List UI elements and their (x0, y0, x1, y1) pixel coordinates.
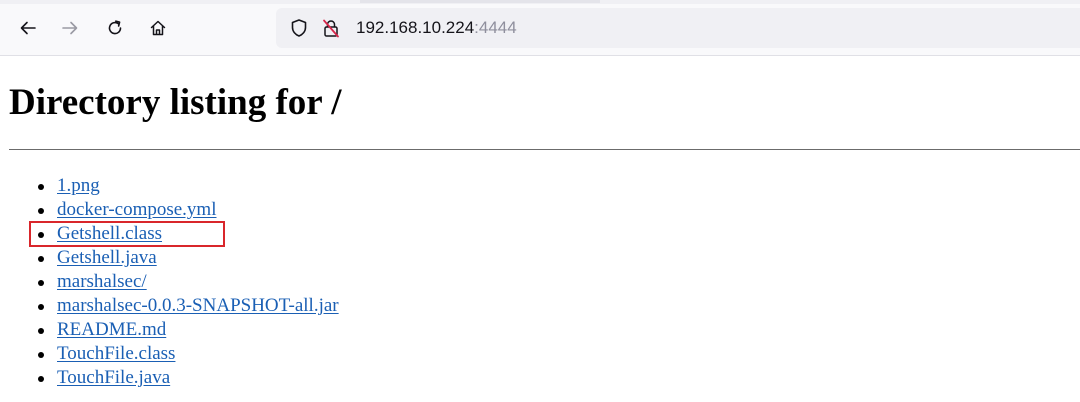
list-item: marshalsec-0.0.3-SNAPSHOT-all.jar (0, 294, 339, 318)
file-link[interactable]: 1.png (57, 175, 100, 196)
directory-listing: 1.png docker-compose.yml Getshell.class … (0, 174, 339, 390)
bullet-icon (38, 280, 44, 286)
bullet-icon (38, 352, 44, 358)
shield-icon[interactable] (289, 18, 309, 38)
list-item: Getshell.class (0, 222, 339, 246)
tab-strip-edge (0, 0, 1080, 4)
list-item: marshalsec/ (0, 270, 339, 294)
bullet-icon (38, 232, 44, 238)
arrow-left-icon (20, 21, 36, 35)
list-item: TouchFile.java (0, 366, 339, 390)
bullet-icon (38, 376, 44, 382)
browser-toolbar: 192.168.10.224:4444 (0, 0, 1080, 56)
bullet-icon (38, 328, 44, 334)
url-port: :4444 (474, 18, 517, 37)
list-item: Getshell.java (0, 246, 339, 270)
page-content: Directory listing for / 1.png docker-com… (0, 56, 1080, 402)
reload-icon (108, 20, 122, 35)
arrow-right-icon (62, 21, 78, 35)
bullet-icon (38, 184, 44, 190)
page-title: Directory listing for / (9, 82, 342, 123)
url-host: 192.168.10.224 (356, 18, 475, 37)
bullet-icon (38, 256, 44, 262)
back-button[interactable] (12, 12, 44, 44)
file-link[interactable]: README.md (57, 319, 166, 340)
bullet-icon (38, 304, 44, 310)
list-item: TouchFile.class (0, 342, 339, 366)
file-link[interactable]: Getshell.class (57, 223, 162, 244)
file-link[interactable]: marshalsec-0.0.3-SNAPSHOT-all.jar (57, 295, 339, 316)
url-bar[interactable]: 192.168.10.224:4444 (276, 8, 1080, 48)
list-item: docker-compose.yml (0, 198, 339, 222)
file-link[interactable]: TouchFile.class (57, 343, 175, 364)
home-icon (150, 20, 166, 36)
file-link[interactable]: Getshell.java (57, 247, 157, 268)
file-link[interactable]: TouchFile.java (57, 367, 170, 388)
active-tab-edge (360, 0, 600, 3)
divider (9, 149, 1080, 150)
file-link[interactable]: docker-compose.yml (57, 199, 217, 220)
insecure-lock-icon[interactable] (321, 18, 341, 38)
list-item: README.md (0, 318, 339, 342)
folder-link[interactable]: marshalsec/ (57, 271, 147, 292)
reload-button[interactable] (99, 12, 131, 44)
home-button[interactable] (142, 12, 174, 44)
list-item: 1.png (0, 174, 339, 198)
forward-button[interactable] (54, 12, 86, 44)
url-text[interactable]: 192.168.10.224:4444 (356, 17, 517, 39)
bullet-icon (38, 208, 44, 214)
